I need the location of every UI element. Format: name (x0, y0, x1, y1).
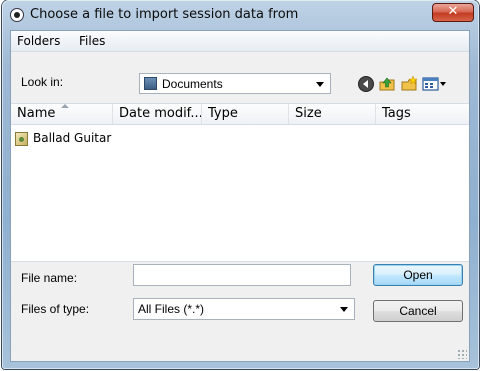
cancel-button[interactable]: Cancel (373, 300, 463, 322)
sort-arrow-icon (61, 104, 69, 108)
file-type-label: Files of type: (21, 302, 90, 316)
resize-grip-icon[interactable] (457, 349, 467, 359)
menu-bar: Folders Files (11, 31, 469, 52)
column-header-row: Name Date modif... Type Size Tags (11, 104, 469, 125)
chevron-down-icon (316, 82, 324, 87)
column-type[interactable]: Type (202, 104, 289, 124)
open-button[interactable]: Open (373, 264, 463, 286)
column-name[interactable]: Name (11, 104, 113, 124)
dialog-title: Choose a file to import session data fro… (30, 7, 299, 22)
column-name-label: Name (17, 106, 56, 121)
view-menu-icon[interactable] (422, 75, 448, 93)
title-bar[interactable]: Choose a file to import session data fro… (2, 0, 479, 30)
dialog-window: Choose a file to import session data fro… (2, 0, 479, 369)
file-name-input[interactable] (133, 264, 351, 286)
column-date-modified[interactable]: Date modif... (113, 104, 202, 124)
look-in-dropdown[interactable]: Documents (139, 73, 331, 94)
file-name-label: File name: (21, 271, 78, 285)
file-type-value: All Files (*.*) (138, 302, 205, 316)
column-tags[interactable]: Tags (376, 104, 469, 124)
documents-folder-icon (144, 77, 157, 90)
app-icon (10, 8, 24, 22)
chevron-down-icon (340, 307, 348, 312)
audio-file-icon (15, 132, 28, 146)
look-in-label: Look in: (21, 75, 64, 89)
file-type-dropdown[interactable]: All Files (*.*) (133, 298, 355, 320)
look-in-value: Documents (162, 77, 223, 91)
new-folder-icon[interactable] (400, 75, 418, 93)
column-size[interactable]: Size (289, 104, 376, 124)
menu-files[interactable]: Files (79, 34, 105, 48)
file-list[interactable]: Name Date modif... Type Size Tags Ballad… (11, 103, 469, 262)
file-item-name: Ballad Guitar (33, 131, 112, 145)
menu-folders[interactable]: Folders (17, 34, 60, 48)
back-icon[interactable] (357, 75, 375, 93)
dialog-body: Folders Files Look in: Documents Name Da… (10, 30, 470, 362)
up-folder-icon[interactable] (378, 75, 396, 93)
close-button[interactable]: ✕ (432, 3, 474, 22)
